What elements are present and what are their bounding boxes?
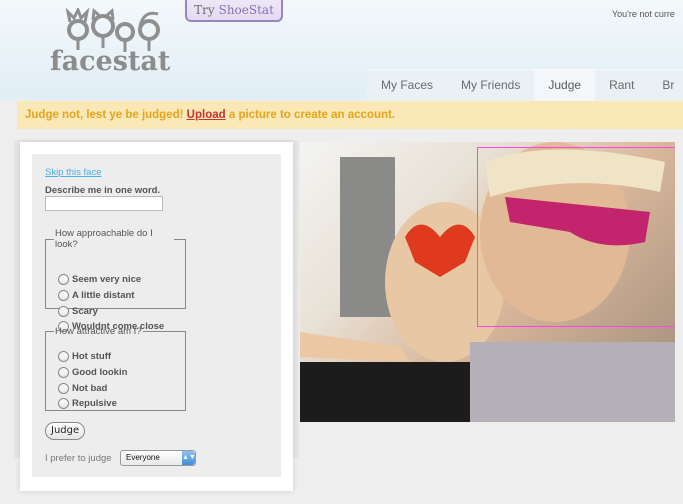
signup-banner: Judge not, lest ye be judged! Upload a p… [17,101,683,129]
banner-text-before: Judge not, lest ye be judged! [25,109,187,121]
judge-button[interactable]: Judge [45,422,86,440]
site-header: facestat Try ShoeStat You're not curre M… [0,0,683,101]
radio-icon[interactable] [58,274,69,285]
prefer-label: I prefer to judge [45,453,112,464]
striped-shirt [470,342,675,422]
tab-my-faces[interactable]: My Faces [367,70,447,101]
radio-option-a-little-distant[interactable]: A little distant [58,290,134,301]
describe-label: Describe me in one word. [45,185,161,196]
radio-icon[interactable] [58,367,69,378]
radio-icon[interactable] [58,290,69,301]
prefer-select-value: Everyone [126,453,160,462]
tab-browse[interactable]: Br [648,70,683,101]
option-label: A little distant [72,290,135,301]
radio-option-repulsive[interactable]: Repulsive [58,398,117,409]
describe-word-input[interactable] [45,196,163,211]
radio-icon[interactable] [58,383,69,394]
attractive-legend: How attractive am I? [55,326,142,337]
radio-option-seem-very-nice[interactable]: Seem very nice [58,274,141,285]
shoestat-prefix: Try [194,3,215,17]
option-label: Seem very nice [72,274,142,285]
tab-rant[interactable]: Rant [595,70,648,101]
radio-icon[interactable] [58,351,69,362]
approachable-fieldset: How approachable do I look? Seem very ni… [45,228,186,332]
option-label: Hot stuff [72,351,112,362]
radio-icon[interactable] [58,398,69,409]
shoestat-brand: ShoeStat [218,3,274,17]
option-label: Repulsive [72,398,117,409]
main-nav: My Faces My Friends Judge Rant Br [367,69,683,101]
radio-option-not-bad[interactable]: Not bad [58,383,107,394]
prefer-select[interactable]: Everyone ▲▼ [120,450,196,466]
attractive-fieldset: How attractive am I? Hot stuff Good look… [45,326,186,411]
banner-text-after: a picture to create an account. [225,109,396,121]
face-highlight-box [477,147,675,327]
tab-judge[interactable]: Judge [534,70,596,101]
skip-face-link[interactable]: Skip this face [45,167,102,178]
radio-option-hot-stuff[interactable]: Hot stuff [58,351,111,362]
approachable-legend: How approachable do I look? [55,228,153,250]
select-arrows-icon: ▲▼ [182,451,196,465]
peace-hand [300,332,410,362]
option-label: Good lookin [72,367,128,378]
radio-option-good-lookin[interactable]: Good lookin [58,367,127,378]
face-photo[interactable] [300,142,675,422]
option-label: Not bad [72,383,108,394]
option-label: Scary [72,306,98,317]
black-top [300,362,470,422]
judge-form: Skip this face Describe me in one word. … [32,154,281,477]
try-shoestat-button[interactable]: Try ShoeStat [185,0,283,22]
tab-my-friends[interactable]: My Friends [447,70,534,101]
upload-link[interactable]: Upload [187,109,226,121]
radio-option-scary[interactable]: Scary [58,306,98,317]
radio-icon[interactable] [58,306,69,317]
logo-text[interactable]: facestat [50,46,170,77]
login-status: You're not curre [612,9,675,19]
